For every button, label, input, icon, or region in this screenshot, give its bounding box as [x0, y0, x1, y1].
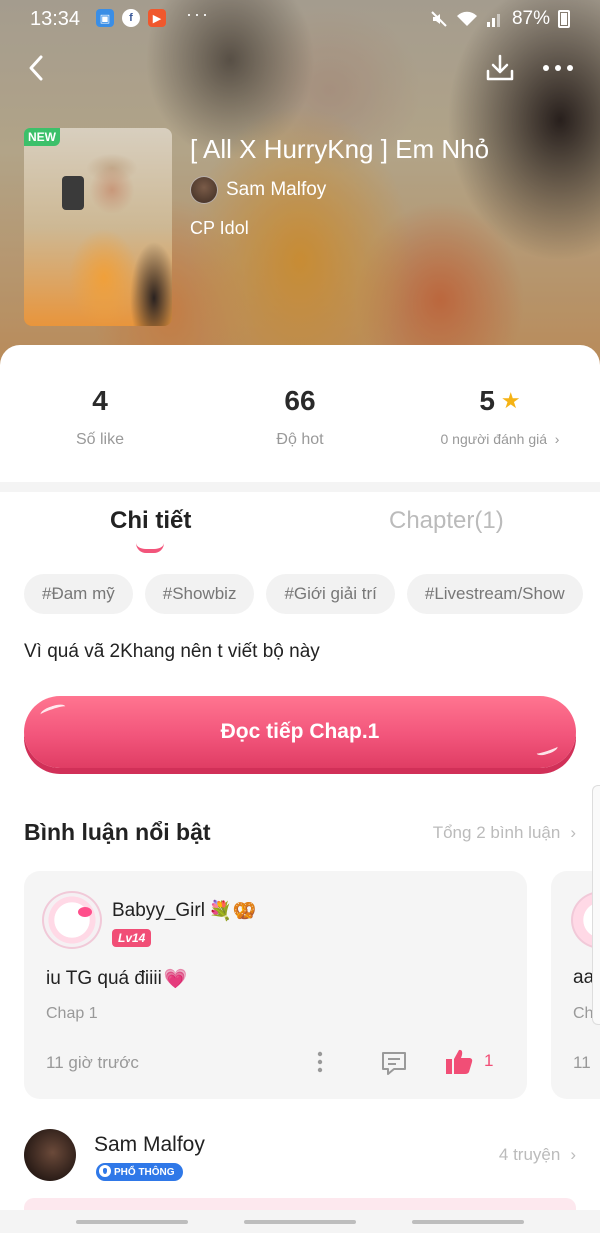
- hot-label: Độ hot: [276, 431, 324, 448]
- likes-label: Số like: [75, 431, 125, 448]
- author-avatar: [24, 1129, 76, 1181]
- story-description: Vì quá vã 2Khang nên t viết bộ này: [24, 641, 320, 662]
- comment-chapter: Chap 1: [46, 1005, 98, 1022]
- commenter-name: Babyy_Girl: [112, 900, 205, 921]
- like-button[interactable]: 1: [444, 1047, 493, 1075]
- stat-rating[interactable]: 5 ★ 0 người đánh giá ›: [400, 385, 600, 447]
- author-section[interactable]: Sam Malfoy PHỔ THÔNG 4 truyện ›: [24, 1129, 576, 1185]
- status-more-icon: ···: [186, 4, 210, 24]
- back-nav-button[interactable]: [412, 1220, 524, 1224]
- comment-text-row: iu TG quá điiii 💗: [46, 967, 188, 991]
- rating-label-row: 0 người đánh giá ›: [400, 431, 600, 447]
- chevron-right-icon: ›: [570, 1145, 576, 1164]
- comments-total-link[interactable]: Tổng 2 bình luận ›: [433, 823, 576, 843]
- back-button[interactable]: [18, 50, 54, 86]
- author-avatar: [190, 176, 218, 204]
- tag-item[interactable]: #Đam mỹ: [24, 574, 133, 614]
- comment-text: iu TG quá điiii: [46, 968, 162, 989]
- system-navigation-bar: [0, 1210, 600, 1233]
- hot-value: 66: [284, 385, 316, 416]
- heart-emoji: 💗: [163, 969, 188, 990]
- bow-detail: [78, 907, 92, 917]
- wifi-icon: [456, 11, 477, 26]
- status-app-icons: ▣ f ▶: [96, 9, 166, 27]
- rating-value: 5: [479, 385, 495, 416]
- likes-value: 4: [92, 385, 108, 416]
- book-cover[interactable]: [24, 128, 172, 326]
- comment-icon: [382, 1052, 406, 1075]
- app-notification-icon: ▣: [96, 9, 114, 27]
- tab-active-indicator: [136, 543, 164, 553]
- level-badge: Lv14: [112, 929, 152, 947]
- comment-time: 11 giờ trước: [46, 1053, 139, 1072]
- continue-reading-label: Đọc tiếp Chap.1: [220, 720, 380, 743]
- button-gloss: [535, 742, 559, 758]
- more-vertical-icon: [317, 1051, 323, 1073]
- author-stories-count: 4 truyện: [498, 1145, 561, 1164]
- star-icon: ★: [500, 388, 521, 413]
- rank-badge: PHỔ THÔNG: [96, 1163, 183, 1181]
- comments-header: Bình luận nổi bật Tổng 2 bình luận ›: [24, 819, 576, 846]
- commenter-avatar[interactable]: [42, 891, 102, 949]
- cover-phone-detail: [62, 176, 84, 210]
- mute-icon: [431, 11, 447, 27]
- tag-item[interactable]: #Showbiz: [144, 574, 255, 614]
- author-link[interactable]: Sam Malfoy: [190, 176, 326, 204]
- rating-label: 0 người đánh giá: [440, 431, 548, 447]
- download-button[interactable]: [482, 50, 518, 86]
- thumbs-up-icon: [446, 1049, 473, 1074]
- download-icon: [486, 54, 514, 81]
- like-count: 1: [484, 1051, 494, 1070]
- more-horizontal-icon: [543, 65, 573, 71]
- chevron-right-icon: ›: [550, 431, 560, 447]
- chevron-right-icon: ›: [570, 823, 576, 842]
- battery-percent: 87%: [511, 8, 550, 29]
- comment-more-button[interactable]: [310, 1047, 330, 1077]
- tag-item[interactable]: #Livestream/Show: [406, 574, 583, 614]
- comment-time: 11: [573, 1053, 591, 1072]
- stat-likes: 4 Số like: [0, 385, 200, 449]
- comment-text: aa: [573, 967, 595, 988]
- tab-chapter[interactable]: Chapter(1): [389, 507, 504, 535]
- content-sheet: 4 Số like 66 Độ hot 5 ★ 0 người đánh giá…: [0, 345, 600, 1233]
- stats-row: 4 Số like 66 Độ hot 5 ★ 0 người đánh giá…: [0, 385, 600, 465]
- book-genre[interactable]: CP Idol: [190, 218, 249, 239]
- chevron-left-icon: [29, 55, 43, 81]
- side-scroll-handle[interactable]: [592, 785, 600, 1025]
- facebook-icon: f: [122, 9, 140, 27]
- rating-value-row: 5 ★: [400, 385, 600, 417]
- commenter-name-row: Babyy_Girl 💐🥨: [112, 899, 256, 923]
- author-stories-link[interactable]: 4 truyện ›: [499, 1145, 576, 1165]
- tag-item[interactable]: #Giới giải trí: [266, 574, 395, 614]
- tag-list: #Đam mỹ #Showbiz #Giới giải trí #Livestr…: [24, 574, 583, 614]
- video-app-icon: ▶: [148, 9, 166, 27]
- author-name: Sam Malfoy: [94, 1133, 205, 1156]
- status-right: 87%: [430, 8, 570, 30]
- new-badge: NEW: [24, 128, 60, 146]
- status-bar: 13:34 ▣ f ▶ ··· 87%: [0, 0, 600, 36]
- commenter-emoji: 💐🥨: [208, 901, 257, 922]
- section-divider: [0, 482, 600, 492]
- tab-details[interactable]: Chi tiết: [110, 507, 191, 535]
- status-time: 13:34: [30, 8, 81, 30]
- reply-button[interactable]: [380, 1049, 408, 1077]
- book-title: [ All X HurryKng ] Em Nhỏ: [190, 134, 490, 164]
- comments-total: Tổng 2 bình luận: [432, 823, 561, 842]
- stat-hot: 66 Độ hot: [200, 385, 400, 449]
- recents-nav-button[interactable]: [76, 1220, 188, 1224]
- author-name: Sam Malfoy: [226, 179, 327, 200]
- button-gloss: [39, 702, 67, 719]
- comments-title: Bình luận nổi bật: [24, 819, 211, 845]
- battery-icon: [558, 10, 570, 28]
- continue-reading-button[interactable]: Đọc tiếp Chap.1: [24, 696, 576, 768]
- comment-card[interactable]: Babyy_Girl 💐🥨 Lv14 iu TG quá điiii 💗 Cha…: [24, 871, 527, 1099]
- home-nav-button[interactable]: [244, 1220, 356, 1224]
- signal-icon: [486, 14, 500, 27]
- detail-tabs: Chi tiết Chapter(1): [0, 495, 600, 559]
- more-options-button[interactable]: [538, 50, 578, 86]
